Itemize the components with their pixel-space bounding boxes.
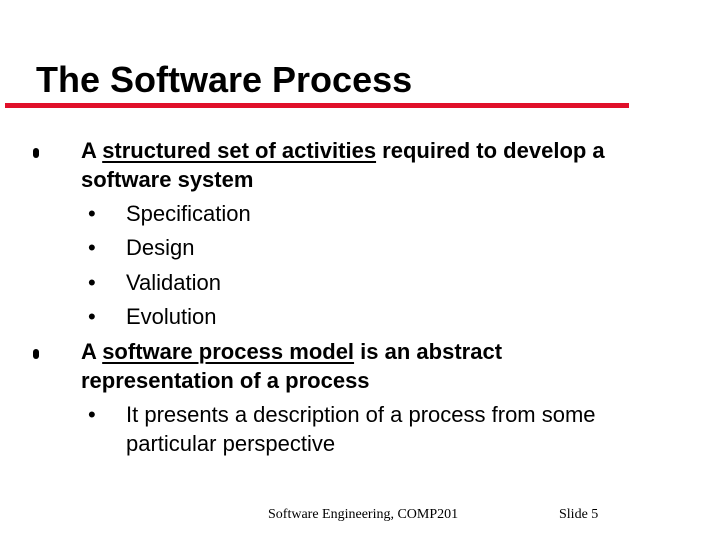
sub-item-design: Design — [126, 235, 195, 260]
sub-item-specification: Specification — [126, 201, 251, 226]
bullet-dot-icon — [33, 148, 39, 158]
bullet-1-prefix: A — [81, 138, 103, 163]
bullet-1-line-2: software system — [81, 167, 254, 192]
bullet-1-key-term: structured set of activities — [102, 138, 377, 163]
title-underline-rule — [5, 103, 629, 108]
bullet-2-line-2: representation of a process — [81, 368, 370, 393]
sub-bullet-icon: • — [88, 402, 96, 427]
footer-course: Software Engineering, COMP201 — [268, 507, 459, 522]
bullet-1-line-1: A structured set of activities required … — [81, 138, 605, 164]
bullet-2-line-1: A software process model is an abstract — [81, 339, 502, 365]
bullet-1-suffix: required to develop a — [376, 138, 605, 163]
sub-item-description-line-2: particular perspective — [126, 431, 336, 456]
sub-bullet-icon: • — [88, 270, 96, 295]
bullet-2-prefix: A — [81, 339, 103, 364]
sub-bullet-icon: • — [88, 235, 96, 260]
bullet-2-suffix: is an abstract — [354, 339, 503, 364]
footer-slide-number: Slide 5 — [559, 507, 599, 522]
sub-bullet-icon: • — [88, 201, 96, 226]
bullet-dot-icon — [33, 349, 39, 359]
sub-item-evolution: Evolution — [126, 304, 217, 329]
sub-item-validation: Validation — [126, 270, 221, 295]
slide-title: The Software Process — [36, 59, 413, 100]
sub-item-description-line-1: It presents a description of a process f… — [126, 402, 596, 427]
sub-bullet-icon: • — [88, 304, 96, 329]
bullet-2-key-term: software process model — [102, 339, 355, 364]
